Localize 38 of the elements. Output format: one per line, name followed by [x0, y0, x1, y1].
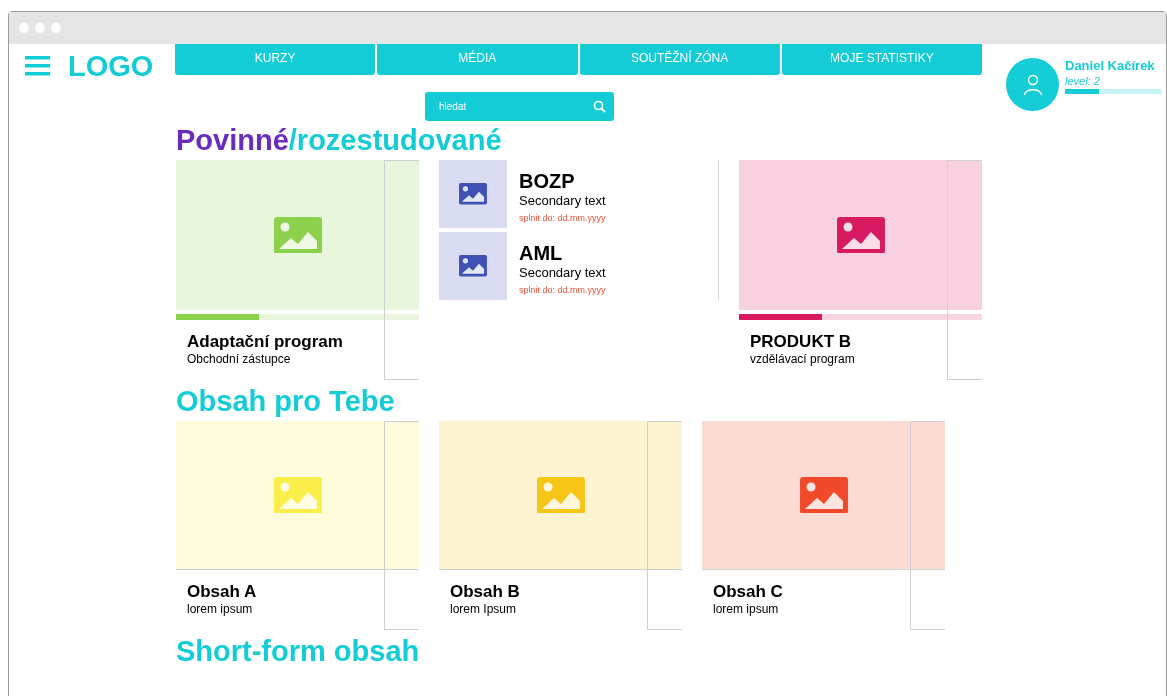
nav-tab[interactable]: MOJE STATISTIKY [781, 44, 982, 75]
deadline-text: splnit do: dd.mm.yyyy [519, 284, 606, 297]
image-icon [273, 216, 322, 254]
section-title: Povinné/rozestudované [176, 123, 503, 157]
search-icon[interactable] [593, 100, 606, 113]
card-title: Adaptační program [187, 332, 344, 352]
search-field[interactable]: hledat [425, 92, 614, 121]
card-subtitle: lorem Ipsum [450, 602, 518, 616]
card-title: Obsah C [713, 582, 784, 602]
user-icon [1022, 73, 1043, 96]
card-subtitle: lorem ipsum [713, 602, 780, 616]
user-level: level: 2 [1065, 74, 1101, 88]
card-title: Obsah A [187, 582, 258, 602]
nav-tab[interactable]: MÉDIA [377, 44, 578, 75]
card-title: Obsah B [450, 582, 521, 602]
logo[interactable]: LOGO [68, 51, 154, 81]
course-title: AML [519, 242, 564, 264]
nav-tab[interactable]: SOUTĚŽNÍ ZÓNA [579, 44, 780, 75]
nav-tab[interactable]: KURZY [175, 44, 376, 75]
card-title: PRODUKT B [750, 332, 853, 352]
image-icon [536, 476, 585, 514]
image-icon [799, 476, 848, 514]
section-title: Short-form obsah [176, 634, 421, 668]
deadline-text: splnit do: dd.mm.yyyy [519, 212, 606, 225]
secondary-text: Secondary text [519, 264, 606, 282]
image-icon [836, 216, 885, 254]
user-name: Daniel Kačírek [1065, 58, 1156, 74]
card-subtitle: vzdělávací program [750, 352, 856, 366]
menu-icon[interactable] [25, 56, 50, 76]
section-title: Obsah pro Tebe [176, 384, 396, 418]
course-title: BOZP [519, 170, 576, 192]
image-icon [459, 255, 487, 277]
avatar[interactable] [1006, 58, 1059, 111]
image-icon [273, 476, 322, 514]
secondary-text: Secondary text [519, 192, 606, 210]
card-subtitle: Obchodní zástupce [187, 352, 292, 366]
card-subtitle: lorem ipsum [187, 602, 254, 616]
image-icon [459, 183, 487, 205]
